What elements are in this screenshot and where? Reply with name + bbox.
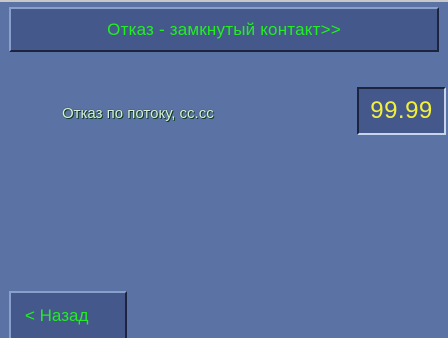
- flow-failure-label: Отказ по потоку, сс.сс: [62, 105, 214, 122]
- page-title: Отказ - замкнутый контакт>>: [107, 19, 341, 39]
- back-button-label: < Назад: [25, 305, 89, 325]
- top-border: [0, 0, 448, 2]
- back-button[interactable]: < Назад: [9, 291, 127, 338]
- flow-failure-value-field[interactable]: 99.99: [357, 87, 446, 135]
- flow-failure-value: 99.99: [370, 97, 433, 124]
- page-header[interactable]: Отказ - замкнутый контакт>>: [9, 7, 439, 52]
